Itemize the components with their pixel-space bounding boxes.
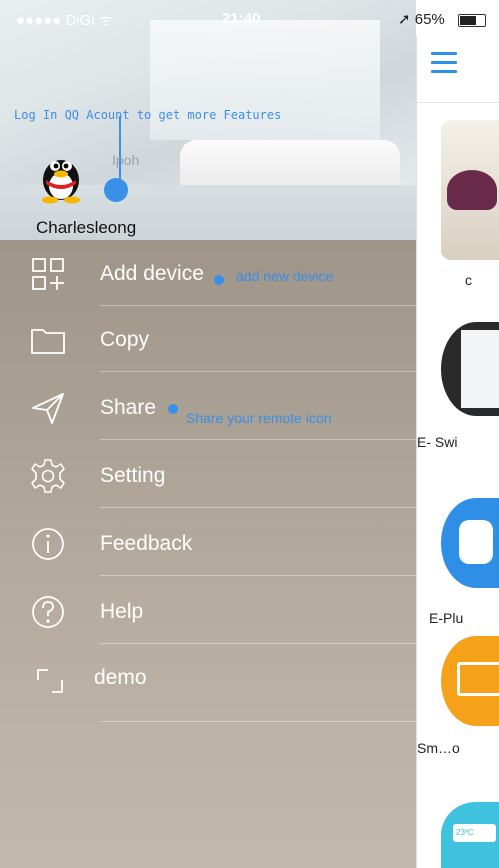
side-drawer: Log In QQ Acount to get more Features Ip… [0, 0, 416, 868]
menu-divider [100, 371, 416, 372]
menu-item-setting[interactable]: Setting [30, 442, 416, 508]
menu-item-label: demo [94, 666, 147, 689]
login-hint-annotation: Log In QQ Acount to get more Features [14, 108, 282, 122]
annotation-pointer-line [119, 116, 121, 180]
device-thumbnail-tv[interactable] [441, 636, 499, 726]
gear-icon [31, 459, 65, 493]
status-bar: ●●●●● DiGi ᯤ 21:40 ➚ 65% [0, 0, 499, 36]
menu-divider [100, 439, 416, 440]
menu-divider [100, 575, 416, 576]
info-icon [32, 528, 64, 560]
menu-item-label: Feedback [100, 532, 193, 555]
device-thumbnail-ac[interactable]: 23ºC [441, 802, 499, 868]
device-label: Sm…o [417, 740, 460, 756]
battery-percent: ➚ 65% [398, 11, 445, 28]
menu-divider [100, 643, 416, 644]
menu-item-add-device[interactable]: Add device [30, 240, 416, 306]
expand-icon [37, 669, 63, 693]
menu-divider [100, 507, 416, 508]
send-icon [32, 393, 64, 424]
hamburger-menu-icon[interactable] [431, 52, 457, 73]
add-device-annotation: add new device [236, 268, 334, 284]
help-icon [32, 596, 64, 628]
share-annotation: Share your remote icon [186, 410, 332, 426]
device-label: E-Plu [429, 610, 464, 626]
add-device-icon [32, 258, 64, 290]
location-label: Ipoh [112, 152, 140, 168]
menu-item-demo[interactable]: demo [30, 646, 416, 722]
header-divider [417, 102, 499, 103]
folder-icon [31, 329, 65, 354]
background-window [150, 20, 380, 140]
annotation-dot [104, 178, 128, 202]
username-label[interactable]: Charlesleong [36, 218, 136, 238]
battery-icon [458, 14, 486, 27]
device-thumbnail-switch[interactable] [441, 322, 499, 416]
switch-panel [461, 330, 499, 408]
menu-item-share[interactable]: Share [30, 374, 416, 440]
clock-label: 21:40 [222, 10, 261, 27]
device-label: c [465, 272, 472, 288]
annotation-dot [168, 404, 178, 414]
device-thumbnail-room[interactable] [441, 120, 499, 260]
menu-item-label: Copy [100, 328, 150, 351]
annotation-dot [214, 275, 224, 285]
device-thumbnail-plug[interactable] [441, 498, 499, 588]
menu-divider [100, 721, 416, 722]
menu-item-label: Help [100, 600, 144, 623]
menu-item-feedback[interactable]: Feedback [30, 510, 416, 576]
menu-item-label: Add device [100, 262, 204, 285]
qq-avatar-icon[interactable] [38, 150, 84, 204]
menu-item-copy[interactable]: Copy [30, 306, 416, 372]
plug-shape [459, 520, 493, 564]
menu-item-label: Share [100, 396, 157, 419]
carrier-label: ●●●●● DiGi ᯤ [16, 12, 113, 29]
device-label: E- Swi [417, 434, 458, 450]
menu-item-label: Setting [100, 464, 166, 487]
tv-icon [457, 662, 499, 696]
chair-shape [447, 170, 497, 210]
ac-display: 23ºC [453, 824, 496, 842]
main-content-peek: c E- Swi E-Plu Sm…o 23ºC [416, 36, 499, 868]
menu-item-help[interactable]: Help [30, 578, 416, 644]
